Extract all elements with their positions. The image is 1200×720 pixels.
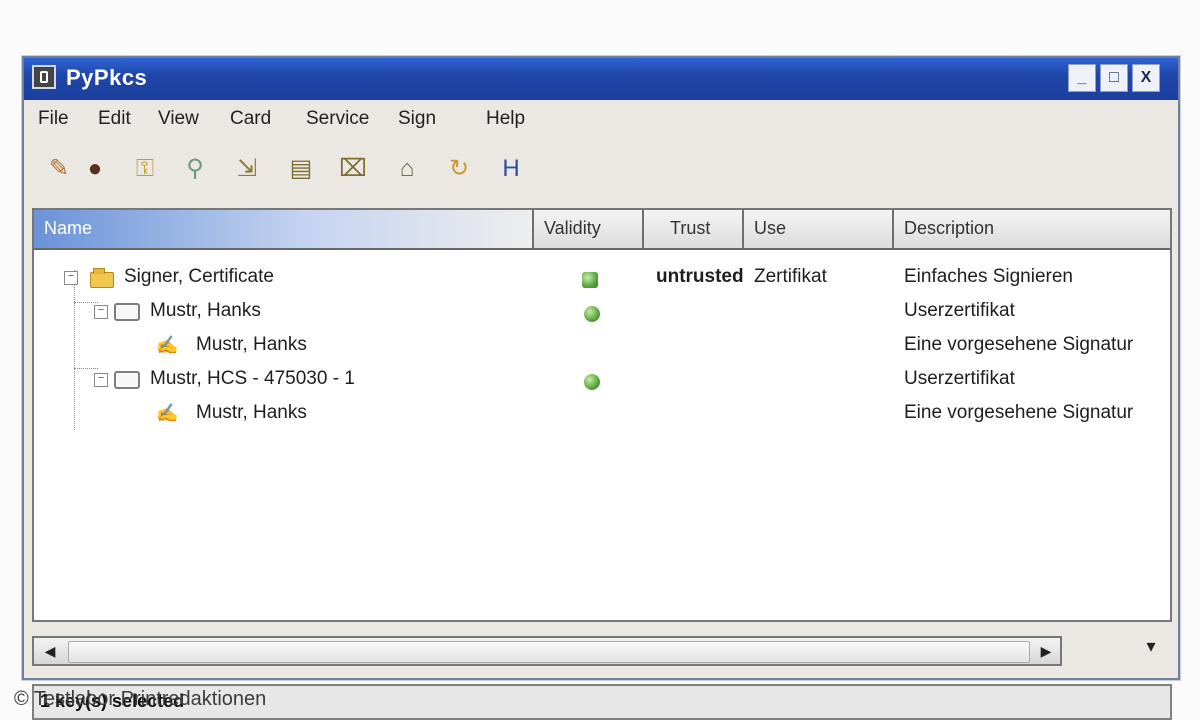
menu-help[interactable]: Help bbox=[486, 108, 525, 130]
table-row[interactable]: − Mustr, HCS - 475030 - 1 Userzertifikat bbox=[34, 364, 1170, 398]
signature-icon: ✍ bbox=[156, 403, 179, 423]
column-header-description[interactable]: Description bbox=[894, 210, 1170, 248]
certificate-list[interactable]: Name Validity Trust Use Description − Si… bbox=[32, 208, 1172, 622]
help-icon[interactable]: H bbox=[494, 152, 528, 186]
column-header-validity[interactable]: Validity bbox=[534, 210, 644, 248]
menu-card[interactable]: Card bbox=[230, 108, 271, 130]
scroll-down-icon[interactable]: ▾ bbox=[1134, 624, 1168, 668]
row-name: Mustr, HCS - 475030 - 1 bbox=[150, 368, 355, 389]
menu-view[interactable]: View bbox=[158, 108, 199, 130]
table-row[interactable]: − Mustr, Hanks Userzertifikat bbox=[34, 296, 1170, 330]
validity-ok-icon bbox=[584, 306, 600, 322]
key-icon[interactable]: ⚿ bbox=[128, 152, 162, 186]
table-row[interactable]: − Signer, Certificate untrusted Zertifik… bbox=[34, 262, 1170, 296]
card-icon[interactable]: ▤ bbox=[284, 152, 318, 186]
menu-bar: File Edit View Card Service Sign Help bbox=[24, 102, 1178, 136]
certificate-icon bbox=[114, 303, 140, 321]
minimize-button[interactable]: _ bbox=[1068, 64, 1096, 92]
scroll-left-icon[interactable]: ◀ bbox=[38, 640, 62, 662]
expand-icon[interactable]: − bbox=[94, 305, 108, 319]
row-name: Mustr, Hanks bbox=[196, 402, 307, 423]
validity-badge-icon bbox=[582, 272, 598, 288]
menu-sign[interactable]: Sign bbox=[398, 108, 436, 130]
row-use: Zertifikat bbox=[754, 266, 827, 287]
column-header-use[interactable]: Use bbox=[744, 210, 894, 248]
pencil-icon[interactable]: ✎ bbox=[42, 152, 76, 186]
horizontal-scrollbar[interactable]: ◀ ▶ bbox=[32, 636, 1062, 666]
row-name: Signer, Certificate bbox=[124, 266, 274, 287]
table-row[interactable]: ✍ Mustr, Hanks Eine vorgesehene Signatur bbox=[34, 330, 1170, 364]
scroll-right-icon[interactable]: ▶ bbox=[1034, 640, 1058, 662]
row-description: Userzertifikat bbox=[904, 368, 1015, 389]
row-description: Einfaches Signieren bbox=[904, 266, 1073, 287]
import-icon[interactable]: ⇲ bbox=[230, 152, 264, 186]
refresh-icon[interactable]: ↻ bbox=[442, 152, 476, 186]
menu-service[interactable]: Service bbox=[306, 108, 369, 130]
row-description: Eine vorgesehene Signatur bbox=[904, 402, 1134, 423]
signature-icon: ✍ bbox=[156, 335, 179, 355]
table-row[interactable]: ✍ Mustr, Hanks Eine vorgesehene Signatur bbox=[34, 398, 1170, 432]
folder-icon bbox=[90, 268, 114, 288]
copyright-caption: © Testlabor Printredaktionen bbox=[14, 688, 267, 710]
menu-file[interactable]: File bbox=[38, 108, 69, 130]
expand-icon[interactable]: − bbox=[94, 373, 108, 387]
door-icon[interactable]: ⌂ bbox=[390, 152, 424, 186]
validity-ok-icon bbox=[584, 374, 600, 390]
bomb-icon[interactable]: ● bbox=[78, 152, 112, 186]
main-window: PyPkcs _ □ X File Edit View Card Service… bbox=[22, 56, 1180, 720]
row-description: Eine vorgesehene Signatur bbox=[904, 334, 1134, 355]
app-icon[interactable] bbox=[32, 65, 56, 89]
window-title: PyPkcs bbox=[66, 65, 148, 90]
list-header: Name Validity Trust Use Description bbox=[34, 210, 1170, 250]
card-key-icon[interactable]: ⌧ bbox=[336, 152, 370, 186]
column-header-name[interactable]: Name bbox=[34, 210, 534, 248]
row-name: Mustr, Hanks bbox=[150, 300, 261, 321]
row-description: Userzertifikat bbox=[904, 300, 1015, 321]
column-header-trust[interactable]: Trust bbox=[644, 210, 744, 248]
toolbar: ✎ ● ⚿ ⚲ ⇲ ▤ ⌧ ⌂ ↻ H bbox=[24, 136, 1178, 202]
scrollbar-thumb[interactable] bbox=[68, 641, 1030, 663]
row-trust: untrusted bbox=[656, 266, 744, 287]
collapse-icon[interactable]: − bbox=[64, 271, 78, 285]
close-button[interactable]: X bbox=[1132, 64, 1160, 92]
row-name: Mustr, Hanks bbox=[196, 334, 307, 355]
menu-edit[interactable]: Edit bbox=[98, 108, 131, 130]
title-bar[interactable]: PyPkcs _ □ X bbox=[24, 58, 1178, 100]
maximize-button[interactable]: □ bbox=[1100, 64, 1128, 92]
key-search-icon[interactable]: ⚲ bbox=[178, 152, 212, 186]
certificate-icon bbox=[114, 371, 140, 389]
